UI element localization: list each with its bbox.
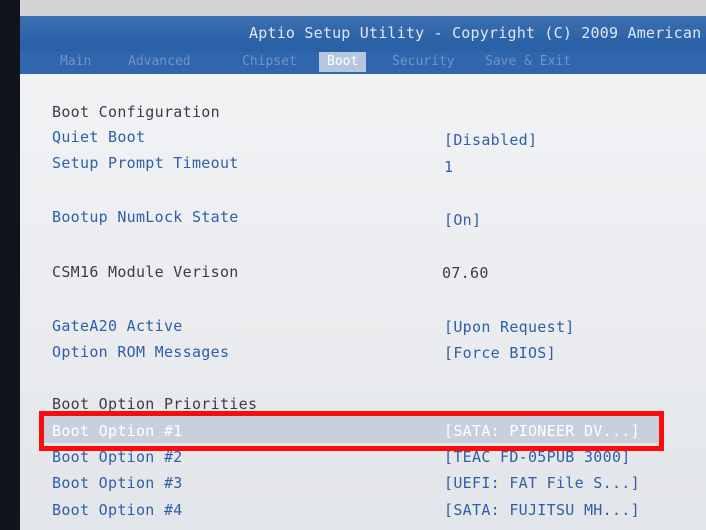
csm16-version-label: CSM16 Module Verison <box>52 263 239 281</box>
settings-panel: Boot Configuration Quiet Boot [Disabled]… <box>20 74 706 530</box>
tab-security[interactable]: Security <box>392 54 455 72</box>
bios-title: Aptio Setup Utility - Copyright (C) 2009… <box>249 24 702 42</box>
tab-save-exit[interactable]: Save & Exit <box>485 54 571 72</box>
boot-option-4-label[interactable]: Boot Option #4 <box>52 501 183 519</box>
option-rom-value[interactable]: [Force BIOS] <box>444 344 556 362</box>
tab-main[interactable]: Main <box>60 54 91 72</box>
tab-chipset[interactable]: Chipset <box>242 54 297 72</box>
boot-option-3-value[interactable]: [UEFI: FAT File S...] <box>444 474 640 492</box>
section-title-boot-configuration: Boot Configuration <box>52 103 220 121</box>
setup-prompt-timeout-label[interactable]: Setup Prompt Timeout <box>52 154 239 172</box>
csm16-version-value: 07.60 <box>442 264 489 282</box>
tab-advanced[interactable]: Advanced <box>128 54 191 72</box>
red-highlight-box <box>39 411 664 451</box>
bootup-numlock-value[interactable]: [On] <box>444 211 481 229</box>
boot-option-4-value[interactable]: [SATA: FUJITSU MH...] <box>444 501 640 519</box>
gatea20-label[interactable]: GateA20 Active <box>52 317 183 335</box>
quiet-boot-label[interactable]: Quiet Boot <box>52 128 145 146</box>
bios-header: Aptio Setup Utility - Copyright (C) 2009… <box>20 16 706 74</box>
bootup-numlock-label[interactable]: Bootup NumLock State <box>52 208 239 226</box>
quiet-boot-value[interactable]: [Disabled] <box>444 131 537 149</box>
tab-bar: Main Advanced Chipset Boot Security Save… <box>20 52 706 74</box>
bios-screen: Aptio Setup Utility - Copyright (C) 2009… <box>0 0 706 530</box>
option-rom-label[interactable]: Option ROM Messages <box>52 343 229 361</box>
tab-boot[interactable]: Boot <box>319 52 367 72</box>
monitor-bezel-left <box>0 0 20 530</box>
monitor-bezel-top <box>0 0 706 16</box>
boot-option-3-label[interactable]: Boot Option #3 <box>52 474 183 492</box>
setup-prompt-timeout-value[interactable]: 1 <box>444 158 453 176</box>
gatea20-value[interactable]: [Upon Request] <box>444 318 575 336</box>
